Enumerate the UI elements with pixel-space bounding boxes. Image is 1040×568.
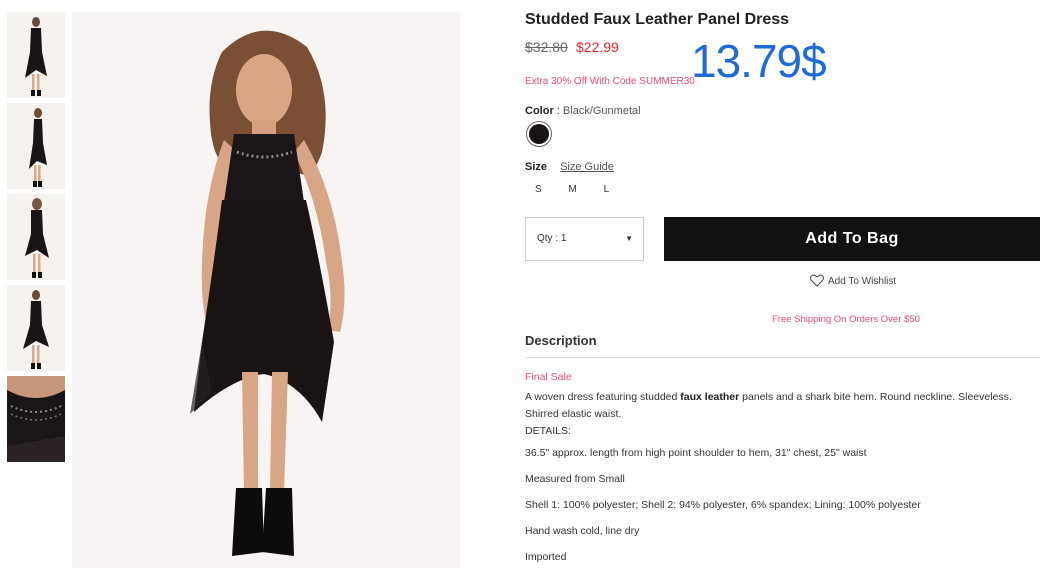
final-sale-label: Final Sale — [525, 371, 572, 383]
detail-fabric: Shell 1: 100% polyester; Shell 2: 94% po… — [525, 499, 921, 511]
thumbnail-strip — [7, 12, 65, 467]
heart-icon — [810, 274, 824, 287]
wishlist-label: Add To Wishlist — [828, 276, 897, 287]
thumbnail-detail[interactable] — [7, 376, 65, 462]
size-guide-link[interactable]: Size Guide — [560, 161, 614, 173]
detail-care: Hand wash cold, line dry — [525, 525, 640, 537]
description-text: A woven dress featuring studded faux lea… — [525, 391, 1012, 420]
overlay-price-annotation: 13.79$ — [691, 35, 827, 87]
original-price: $32.80 — [525, 39, 568, 55]
free-shipping-notice: Free Shipping On Orders Over $50 — [772, 314, 920, 325]
quantity-value: Qty : 1 — [537, 233, 567, 244]
size-option-s[interactable]: S — [535, 184, 542, 195]
thumbnail-front[interactable] — [7, 12, 65, 98]
swatch-fill — [529, 124, 549, 144]
main-product-image[interactable] — [72, 12, 460, 568]
thumbnail-side[interactable] — [7, 103, 65, 189]
size-label-row: Size Size Guide — [525, 161, 614, 173]
color-label-row: Color : Black/Gunmetal — [525, 105, 641, 117]
size-option-m[interactable]: M — [568, 184, 576, 195]
thumbnail-front-2[interactable] — [7, 285, 65, 371]
color-separator: : — [556, 105, 560, 117]
product-title: Studded Faux Leather Panel Dress — [525, 11, 790, 28]
add-to-wishlist-link[interactable]: Add To Wishlist — [810, 274, 896, 287]
promo-code-text: Extra 30% Off With Code SUMMER30 — [525, 76, 695, 87]
description-heading: Description — [525, 333, 597, 348]
product-info-panel: Studded Faux Leather Panel Dress $32.80 … — [525, 0, 1040, 568]
color-value: Black/Gunmetal — [562, 105, 641, 117]
detail-measured: Measured from Small — [525, 473, 625, 485]
divider — [525, 357, 1040, 358]
size-options: S M L — [535, 184, 633, 195]
add-to-bag-button[interactable]: Add To Bag — [664, 217, 1040, 261]
color-label: Color — [525, 105, 554, 117]
size-option-l[interactable]: L — [604, 184, 610, 195]
quantity-select[interactable]: Qty : 1 ▼ — [525, 217, 644, 261]
sale-price: $22.99 — [576, 39, 619, 55]
chevron-down-icon: ▼ — [625, 234, 633, 243]
detail-length: 36.5" approx. length from high point sho… — [525, 447, 867, 459]
detail-origin: Imported — [525, 551, 567, 563]
size-label: Size — [525, 161, 548, 173]
details-label: DETAILS: — [525, 425, 571, 437]
thumbnail-back[interactable] — [7, 194, 65, 280]
color-swatch-black[interactable] — [526, 121, 552, 147]
